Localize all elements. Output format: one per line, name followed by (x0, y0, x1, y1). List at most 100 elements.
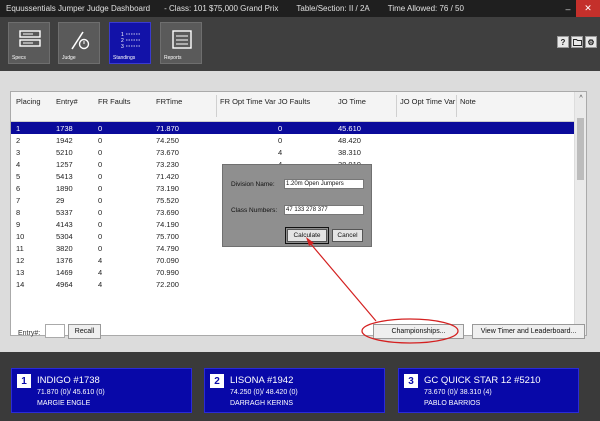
leader-card-2: 2 LISONA #1942 74.250 (0)/ 48.420 (0) DA… (204, 368, 385, 413)
cell-placing: 14 (16, 280, 25, 289)
division-name-label: Division Name: (231, 181, 275, 188)
cell-placing: 11 (16, 244, 24, 253)
standings-panel: Placing Entry# FR Faults FRTime FR Opt T… (0, 71, 600, 352)
cell-entry: 1257 (56, 160, 73, 169)
cell-placing: 8 (16, 208, 21, 217)
leader-card-1: 1 INDIGO #1738 71.870 (0)/ 45.610 (0) MA… (11, 368, 192, 413)
cell-fr-time: 71.420 (156, 172, 179, 181)
cancel-button[interactable]: Cancel (332, 229, 363, 242)
cell-placing: 4 (16, 160, 21, 169)
cell-fr-faults: 4 (98, 280, 103, 289)
table-row[interactable]: 13 1469 4 70.990 (11, 266, 575, 278)
table-row[interactable]: 14 4964 4 72.200 (11, 278, 575, 290)
cell-placing: 5 (16, 172, 21, 181)
cell-jo-faults: 4 (278, 148, 283, 157)
cell-fr-faults: 4 (98, 256, 103, 265)
cell-placing: 12 (16, 256, 25, 265)
cell-placing: 10 (16, 232, 25, 241)
calculate-button[interactable]: Calculate (285, 227, 329, 244)
leader-rider: DARRAGH KERINS (230, 400, 294, 407)
cell-placing: 7 (16, 196, 21, 205)
col-jo-opt-time-var[interactable]: JO Opt Time Var (396, 95, 456, 117)
scroll-thumb[interactable] (577, 118, 584, 180)
cell-fr-faults: 0 (98, 184, 103, 193)
tool-judge[interactable]: Judge (58, 22, 100, 64)
cell-fr-time: 74.790 (156, 244, 179, 253)
cell-fr-faults: 0 (98, 196, 103, 205)
cell-fr-faults: 0 (98, 208, 103, 217)
col-entry[interactable]: Entry# (56, 98, 78, 106)
col-fr-faults[interactable]: FR Faults (98, 98, 131, 106)
tool-specs[interactable]: Specs (8, 22, 50, 64)
cell-jo-time: 38.310 (338, 148, 361, 157)
cell-placing: 9 (16, 220, 21, 229)
leader-times: 74.250 (0)/ 48.420 (0) (230, 389, 298, 396)
cell-fr-faults: 0 (98, 172, 103, 181)
cell-fr-time: 73.190 (156, 184, 179, 193)
help-icon[interactable]: ? (557, 36, 569, 48)
tool-reports-label: Reports (164, 55, 182, 61)
cell-fr-faults: 0 (98, 124, 103, 133)
cell-jo-time: 45.610 (338, 124, 361, 133)
cell-fr-time: 74.250 (156, 136, 179, 145)
cell-jo-faults: 0 (278, 136, 283, 145)
tool-reports[interactable]: Reports (160, 22, 202, 64)
leader-times: 73.670 (0)/ 38.310 (4) (424, 389, 492, 396)
leader-place: 3 (404, 374, 418, 388)
cell-fr-time: 72.200 (156, 280, 179, 289)
class-info: - Class: 101 $75,000 Grand Prix (164, 4, 279, 13)
leader-times: 71.870 (0)/ 45.610 (0) (37, 389, 105, 396)
cell-fr-faults: 0 (98, 160, 103, 169)
cell-entry: 1376 (56, 256, 73, 265)
class-numbers-field[interactable]: 47 133 278 377 (284, 205, 364, 215)
col-jo-faults[interactable]: JO Faults (278, 98, 310, 106)
cell-entry: 1738 (56, 124, 73, 133)
table-row[interactable]: 1 1738 0 71.870 0 45.610 (11, 122, 575, 134)
table-section: Table/Section: II / 2A (296, 4, 370, 13)
tool-standings[interactable]: 1 2 3 Standings (109, 22, 151, 64)
folder-icon[interactable] (571, 36, 583, 48)
table-row[interactable]: 3 5210 0 73.670 4 38.310 (11, 146, 575, 158)
tool-specs-label: Specs (12, 55, 26, 61)
grid-scrollbar[interactable]: ^ v (574, 92, 586, 335)
col-jo-time[interactable]: JO Time (338, 98, 366, 106)
cell-entry: 5413 (56, 172, 73, 181)
cell-placing: 1 (16, 124, 21, 133)
championships-button[interactable]: Championships... (373, 324, 464, 339)
cell-fr-time: 73.670 (156, 148, 179, 157)
leader-place: 1 (17, 374, 31, 388)
entry-label: Entry#: (18, 330, 41, 337)
close-icon[interactable]: ✕ (576, 0, 600, 17)
table-row[interactable]: 2 1942 0 74.250 0 48.420 (11, 134, 575, 146)
leader-card-3: 3 GC QUICK STAR 12 #5210 73.670 (0)/ 38.… (398, 368, 579, 413)
division-name-field[interactable]: 1.20m Open Jumpers (284, 179, 364, 189)
toolbar-right-icons: ? ⚙ (557, 36, 597, 48)
cell-entry: 4143 (56, 220, 73, 229)
cell-entry: 5304 (56, 232, 73, 241)
cell-placing: 2 (16, 136, 21, 145)
col-fr-opt-time-var[interactable]: FR Opt Time Var (216, 95, 276, 117)
col-fr-time[interactable]: FRTime (156, 98, 182, 106)
recall-button[interactable]: Recall (68, 324, 101, 339)
cell-entry: 1469 (56, 268, 73, 277)
minimize-icon[interactable]: – (560, 0, 576, 17)
cell-fr-time: 75.700 (156, 232, 179, 241)
leader-rider: PABLO BARRIOS (424, 400, 481, 407)
specs-icon (19, 30, 41, 47)
cell-placing: 6 (16, 184, 21, 193)
time-allowed: Time Allowed: 76 / 50 (387, 4, 464, 13)
leaderboard-footer: 1 INDIGO #1738 71.870 (0)/ 45.610 (0) MA… (0, 352, 600, 421)
entry-input[interactable] (45, 324, 65, 338)
cell-fr-time: 73.690 (156, 208, 179, 217)
class-numbers-label: Class Numbers: (231, 207, 278, 214)
leader-horse: INDIGO #1738 (37, 375, 100, 386)
col-note[interactable]: Note (456, 95, 575, 117)
col-placing[interactable]: Placing (16, 98, 41, 106)
settings-icon[interactable]: ⚙ (585, 36, 597, 48)
cell-fr-time: 75.520 (156, 196, 179, 205)
scroll-up-icon[interactable]: ^ (575, 92, 586, 104)
cell-fr-faults: 0 (98, 244, 103, 253)
cell-fr-faults: 4 (98, 268, 103, 277)
table-row[interactable]: 12 1376 4 70.090 (11, 254, 575, 266)
view-timer-leaderboard-button[interactable]: View Timer and Leaderboard... (472, 324, 585, 339)
